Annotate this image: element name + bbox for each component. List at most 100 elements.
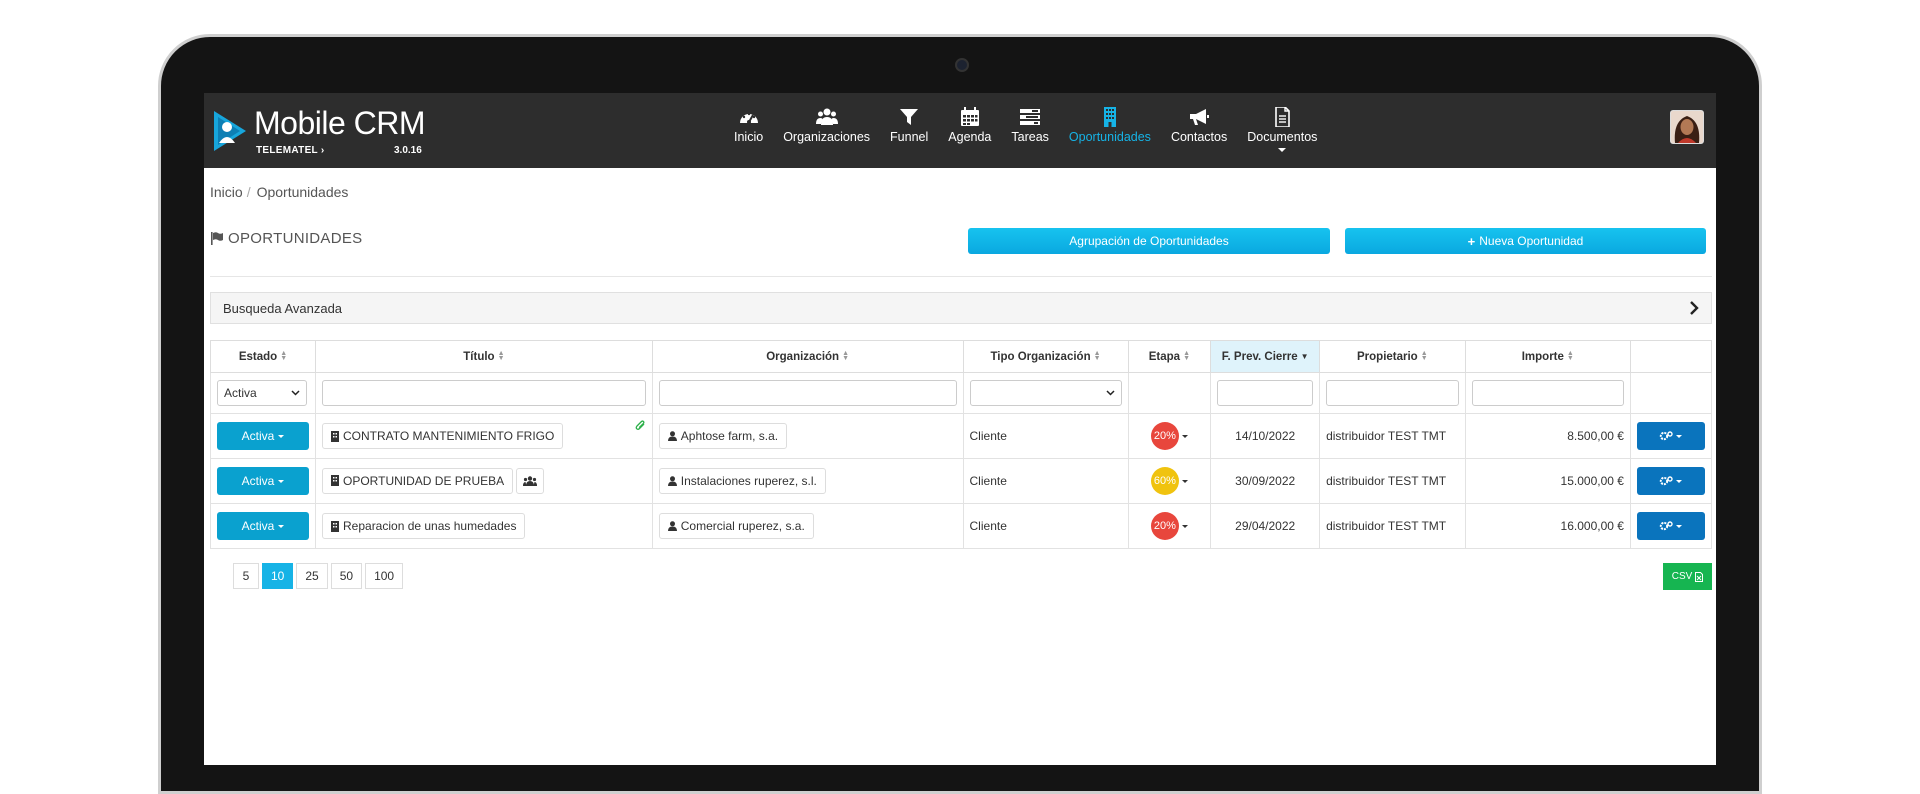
page-size-10[interactable]: 10	[262, 563, 294, 589]
organization-chip[interactable]: Aphtose farm, s.a.	[658, 423, 788, 449]
header-fecha-cierre[interactable]: F. Prev. Cierre ▼	[1210, 340, 1321, 373]
header-titulo[interactable]: Título ▲ ▼	[315, 340, 653, 373]
sort-icon: ▲ ▼	[1420, 350, 1428, 363]
row-actions-button[interactable]	[1636, 422, 1705, 450]
organization-chip[interactable]: Instalaciones ruperez, s.l.	[658, 468, 826, 494]
nav-item-oportunidades[interactable]: Oportunidades	[1059, 107, 1161, 162]
group-opportunities-label: Agrupación de Oportunidades	[1069, 234, 1229, 248]
estado-dropdown-button[interactable]: Activa	[217, 467, 309, 495]
app-screen: Mobile CRM TELEMATEL › 3.0.16 Inicio Org…	[204, 93, 1716, 765]
document-icon	[1275, 107, 1291, 127]
nav-item-label: Oportunidades	[1068, 130, 1151, 144]
user-avatar[interactable]	[1670, 110, 1704, 144]
file-excel-icon	[1695, 571, 1704, 582]
estado-dropdown-button[interactable]: Activa	[217, 422, 309, 450]
header-propietario[interactable]: Propietario ▲ ▼	[1319, 340, 1466, 373]
header-organizacion[interactable]: Organización ▲ ▼	[651, 340, 964, 373]
sort-icon: ▲ ▼	[280, 350, 288, 363]
nav-item-tareas[interactable]: Tareas	[1001, 107, 1059, 162]
user-icon	[667, 521, 677, 531]
page-size-50[interactable]: 50	[330, 563, 363, 589]
sort-desc-icon: ▼	[1300, 351, 1309, 361]
caret-down-icon	[278, 524, 285, 528]
etapa-dropdown[interactable]: 20%	[1135, 512, 1205, 540]
sort-icon: ▲ ▼	[497, 350, 505, 363]
breadcrumb-current: Oportunidades	[256, 184, 349, 200]
opportunity-title-chip[interactable]: OPORTUNIDAD DE PRUEBA	[322, 467, 514, 494]
tipo-cell: Cliente	[962, 503, 1129, 549]
header-importe[interactable]: Importe ▲ ▼	[1464, 340, 1631, 373]
nav-item-organizaciones[interactable]: Organizaciones	[773, 107, 880, 162]
propietario-filter-input[interactable]	[1326, 380, 1459, 406]
app-logo[interactable]: Mobile CRM TELEMATEL › 3.0.16	[212, 105, 432, 159]
fecha-cell: 30/09/2022	[1210, 458, 1321, 504]
advanced-search-toggle[interactable]: Busqueda Avanzada	[210, 292, 1712, 324]
etapa-badge: 20%	[1150, 422, 1179, 450]
paperclip-icon[interactable]	[635, 420, 646, 431]
page-size-25[interactable]: 25	[296, 563, 328, 589]
titulo-filter-input[interactable]	[322, 380, 646, 406]
nav-item-contactos[interactable]: Contactos	[1161, 107, 1237, 162]
row-actions-button[interactable]	[1636, 512, 1705, 540]
chevron-down-icon	[291, 390, 300, 396]
fecha-filter-input[interactable]	[1217, 380, 1314, 406]
users-icon	[523, 476, 538, 487]
importe-filter-input[interactable]	[1471, 380, 1624, 406]
building-icon	[1103, 107, 1116, 127]
app-version: 3.0.16	[394, 145, 422, 156]
estado-dropdown-button[interactable]: Activa	[217, 512, 309, 540]
table-header-row: Estado ▲ ▼ Título ▲ ▼ Organización ▲ ▼ Tipo Or…	[210, 340, 1713, 373]
tasks-icon	[1020, 109, 1041, 125]
opportunity-title-chip[interactable]: CONTRATO MANTENIMIENTO FRIGO	[322, 423, 564, 449]
breadcrumb-home[interactable]: Inicio	[210, 184, 243, 200]
importe-cell: 15.000,00 €	[1464, 458, 1631, 504]
webcam	[955, 58, 969, 72]
csv-export-button[interactable]: CSV	[1663, 563, 1712, 590]
propietario-cell: distribuidor TEST TMT	[1319, 503, 1466, 549]
header-estado[interactable]: Estado ▲ ▼	[210, 340, 316, 373]
nav-item-agenda[interactable]: Agenda	[938, 107, 1001, 162]
etapa-dropdown[interactable]: 60%	[1135, 467, 1205, 495]
sort-icon: ▲ ▼	[1183, 350, 1191, 363]
estado-filter-select[interactable]: Activa	[217, 380, 307, 406]
opportunity-title-chip[interactable]: Reparacion de unas humedades	[322, 513, 526, 539]
propietario-cell: distribuidor TEST TMT	[1319, 458, 1466, 504]
logo-mark-icon	[214, 111, 246, 151]
cogs-icon	[1660, 521, 1674, 531]
page-size-100[interactable]: 100	[365, 563, 404, 589]
chevron-right-icon	[1690, 301, 1699, 315]
page-size-5[interactable]: 5	[233, 563, 259, 589]
funnel-icon	[900, 109, 919, 125]
nav-item-label: Agenda	[948, 130, 992, 144]
chevron-down-icon	[1105, 390, 1115, 396]
nav-item-funnel[interactable]: Funnel	[880, 107, 938, 162]
nav-item-label: Inicio	[734, 130, 764, 144]
new-opportunity-button[interactable]: + Nueva Oportunidad	[1345, 228, 1706, 254]
nav-item-label: Organizaciones	[783, 130, 871, 144]
app-name: Mobile CRM	[254, 105, 426, 141]
importe-cell: 8.500,00 €	[1464, 413, 1631, 459]
header-etapa[interactable]: Etapa ▲ ▼	[1127, 340, 1212, 373]
row-actions-button[interactable]	[1636, 467, 1705, 495]
caret-down-icon	[278, 434, 285, 438]
divider	[210, 276, 1712, 277]
nav-item-label: Documentos	[1247, 130, 1318, 144]
etapa-dropdown[interactable]: 20%	[1135, 422, 1205, 450]
tipo-filter-select[interactable]	[969, 380, 1122, 406]
page-size-selector: 5 10 25 50 100	[233, 563, 406, 589]
header-tipo-organizacion[interactable]: Tipo Organización ▲ ▼	[962, 340, 1129, 373]
building-icon	[331, 475, 339, 487]
sort-icon: ▲ ▼	[842, 350, 850, 363]
plus-icon: +	[1467, 233, 1476, 249]
caret-down-icon	[1676, 479, 1683, 483]
team-chip[interactable]	[516, 468, 545, 495]
nav-item-label: Tareas	[1011, 130, 1049, 144]
group-opportunities-button[interactable]: Agrupación de Oportunidades	[968, 228, 1330, 254]
organization-chip[interactable]: Comercial ruperez, s.a.	[658, 513, 814, 539]
organizacion-filter-input[interactable]	[658, 380, 957, 406]
dashboard-icon	[739, 112, 758, 124]
nav-item-inicio[interactable]: Inicio	[724, 107, 773, 162]
nav-item-documentos[interactable]: Documentos	[1237, 107, 1327, 162]
caret-down-icon	[1181, 479, 1188, 483]
csv-label: CSV	[1671, 571, 1693, 582]
